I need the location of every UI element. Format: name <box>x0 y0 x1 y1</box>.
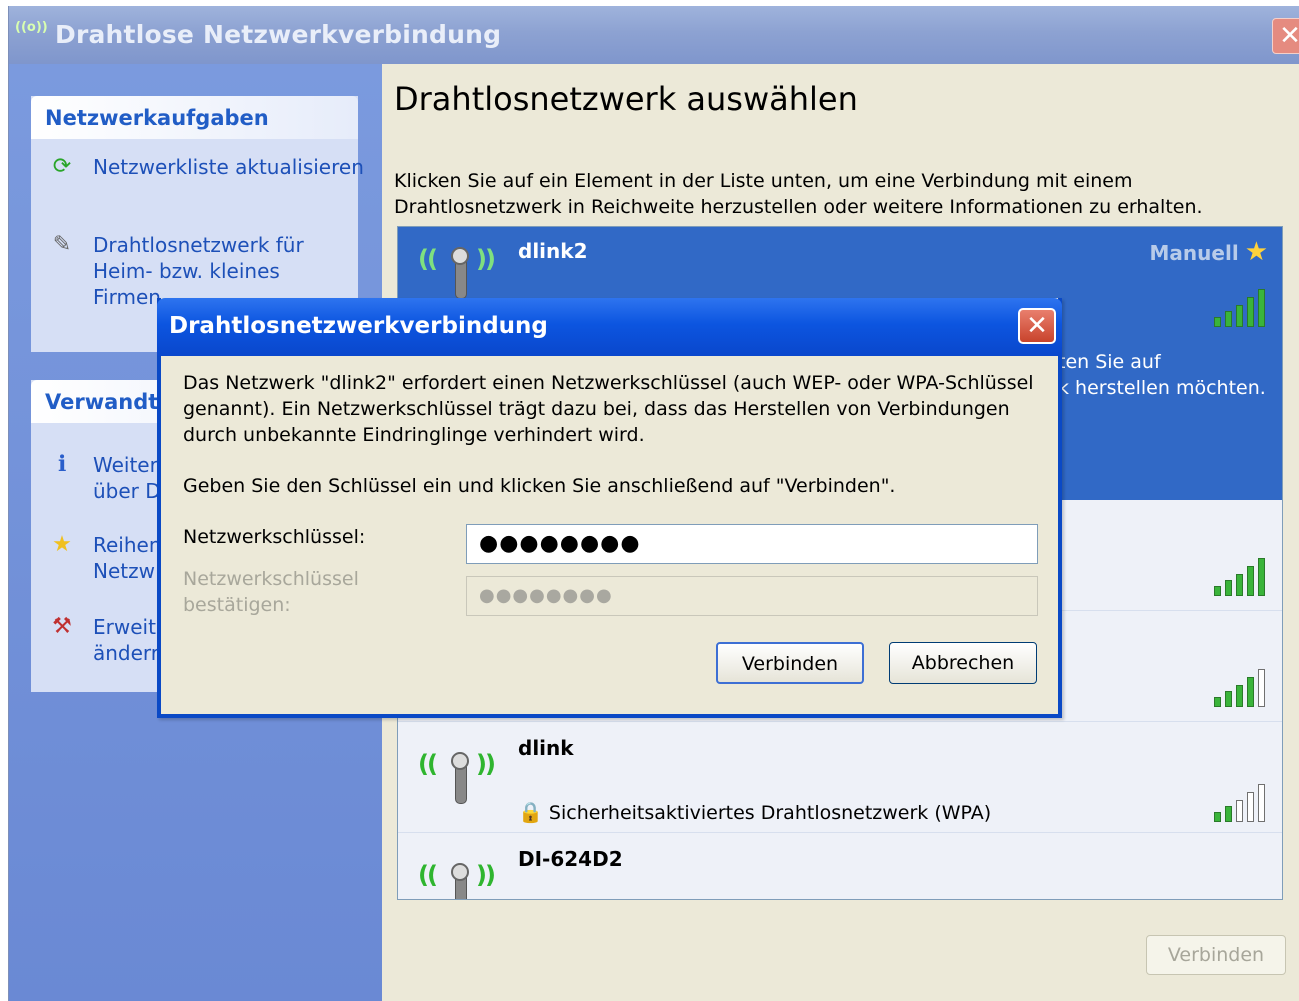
security-label: Sicherheitsaktiviertes Drahtlosnetzwerk … <box>548 802 992 824</box>
tools-icon: ⚒ <box>52 614 72 639</box>
lock-icon: 🔒 <box>518 800 543 824</box>
dialog-message: Das Netzwerk "dlink2" erfordert einen Ne… <box>183 370 1043 448</box>
window-title: Drahtlose Netzwerkverbindung <box>55 20 502 49</box>
star-icon: ★ <box>1244 237 1268 267</box>
confirm-key-label-line: bestätigen: <box>183 594 291 616</box>
dialog-connect-button[interactable]: Verbinden <box>716 642 864 684</box>
signal-strength-icon <box>1212 667 1272 707</box>
intro-text: Klicken Sie auf ein Element in der Liste… <box>394 168 1254 220</box>
task-label-line: änderr <box>93 641 160 665</box>
dialog-cancel-button[interactable]: Abbrechen <box>889 642 1037 684</box>
network-hint-line: k herstellen möchten. <box>1058 377 1266 399</box>
network-item-di-624d2[interactable]: (()) DI-624D2 <box>398 833 1282 899</box>
confirm-key-label-line: Netzwerkschlüssel <box>183 568 359 590</box>
badge-label: Manuell <box>1149 241 1239 265</box>
star-icon: ★ <box>52 532 72 557</box>
window-titlebar[interactable]: ((o)) Drahtlose Netzwerkverbindung ✕ <box>9 6 1299 64</box>
confirm-key-label: Netzwerkschlüssel bestätigen: <box>183 566 359 618</box>
wireless-setup-icon: ✎ <box>52 232 72 257</box>
intro-line: Klicken Sie auf ein Element in der Liste… <box>394 170 1133 192</box>
network-name: DI-624D2 <box>518 847 623 871</box>
task-label: Netzwerkliste aktualisieren <box>93 155 364 179</box>
confirm-key-input: ●●●●●●●● <box>466 576 1038 616</box>
dialog-message-line: Das Netzwerk "dlink2" erfordert einen Ne… <box>183 372 1034 394</box>
signal-strength-icon <box>1212 287 1272 327</box>
task-label-line: Netzw <box>93 559 155 583</box>
signal-strength-icon <box>1212 883 1272 899</box>
dialog-instruction: Geben Sie den Schlüssel ein und klicken … <box>183 475 896 497</box>
wireless-antenna-icon: (()) <box>418 237 508 299</box>
task-label-line: über D <box>93 479 161 503</box>
network-key-input[interactable]: ●●●●●●●● <box>466 524 1038 564</box>
task-label-line: Drahtlosnetzwerk für <box>93 233 304 257</box>
page-title: Drahtlosnetzwerk auswählen <box>394 80 858 118</box>
network-item-dlink[interactable]: (()) dlink 🔒 Sicherheitsaktiviertes Draht… <box>398 722 1282 833</box>
task-label-line: Reihen <box>93 533 162 557</box>
wireless-title-icon: ((o)) <box>15 20 48 35</box>
network-name: dlink <box>518 736 574 760</box>
window-close-button[interactable]: ✕ <box>1272 18 1299 54</box>
wireless-antenna-icon: (()) <box>418 853 508 899</box>
network-security: 🔒 Sicherheitsaktiviertes Drahtlosnetzwerk… <box>518 800 991 824</box>
wireless-antenna-icon: (()) <box>418 742 508 804</box>
info-icon: ℹ <box>57 452 67 477</box>
network-key-label: Netzwerkschlüssel: <box>183 526 366 548</box>
signal-strength-icon <box>1212 782 1272 822</box>
task-label-line: Heim- bzw. kleines <box>93 259 280 283</box>
network-key-dialog: Drahtlosnetzwerkverbindung ✕ Das Netzwer… <box>157 298 1062 718</box>
related-tasks-title: Verwandt <box>45 390 159 414</box>
task-label-line: Erweit <box>93 615 156 639</box>
network-tasks-title: Netzwerkaufgaben <box>45 106 269 130</box>
intro-line: Drahtlosnetzwerk in Reichweite herzustel… <box>394 196 1203 218</box>
network-name: dlink2 <box>518 239 588 263</box>
dialog-message-line: durch unbekannte Eindringlinge verhinder… <box>183 424 645 446</box>
network-hint-line: ten Sie auf <box>1058 351 1161 373</box>
task-label-line: Weiter <box>93 453 158 477</box>
refresh-icon: ⟳ <box>52 154 72 179</box>
signal-strength-icon <box>1212 556 1272 596</box>
dialog-titlebar[interactable]: Drahtlosnetzwerkverbindung ✕ <box>157 298 1062 356</box>
task-label-line: Firmen <box>93 285 161 309</box>
dialog-close-button[interactable]: ✕ <box>1018 308 1056 344</box>
dialog-title: Drahtlosnetzwerkverbindung <box>169 313 548 339</box>
connect-button[interactable]: Verbinden <box>1146 935 1286 975</box>
dialog-message-line: genannt). Ein Netzwerkschlüssel trägt da… <box>183 398 1010 420</box>
network-tasks-header[interactable]: Netzwerkaufgaben <box>31 96 358 139</box>
preferred-network-badge: Manuell ★ <box>1150 237 1268 267</box>
